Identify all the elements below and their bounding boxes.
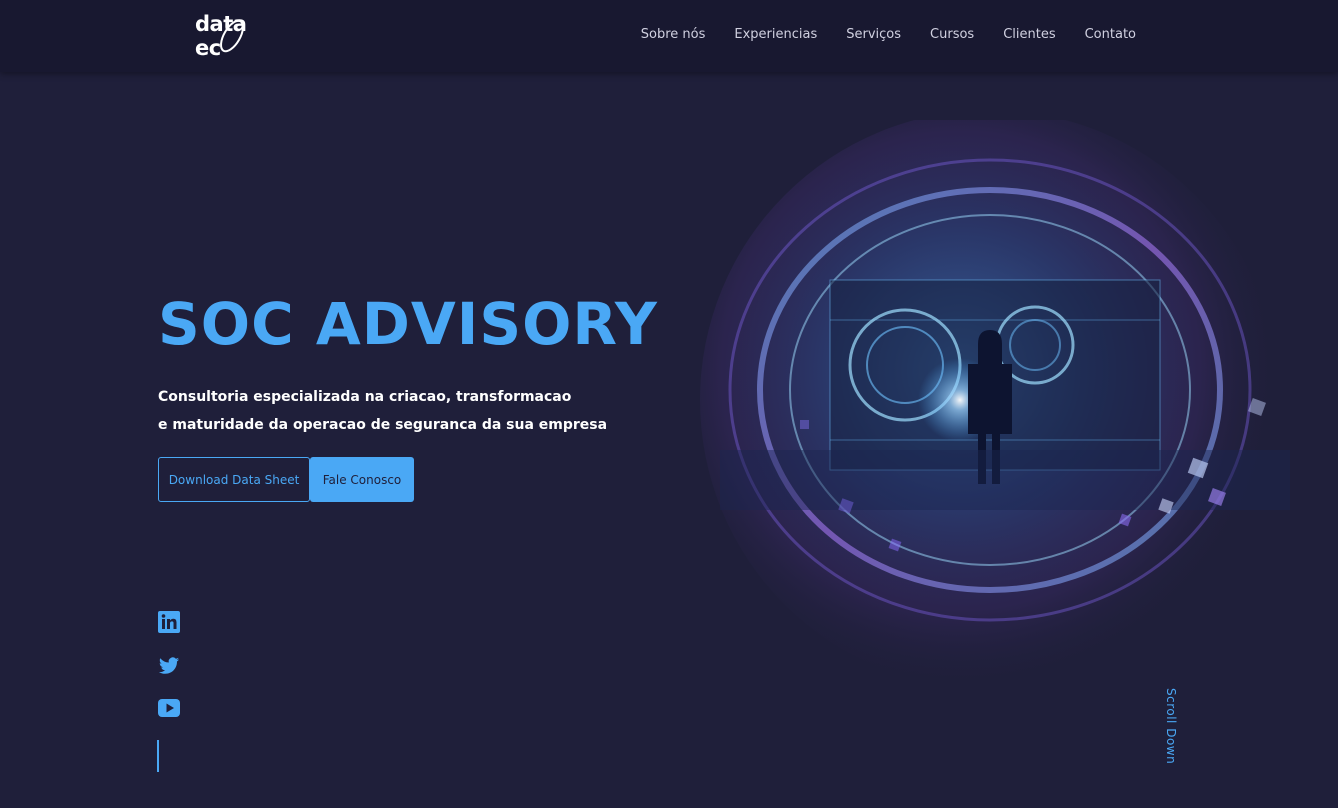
nav-link-contato[interactable]: Contato bbox=[1085, 27, 1136, 42]
social-divider-line bbox=[157, 740, 159, 772]
nav-link-sobre-nos[interactable]: Sobre nós bbox=[641, 27, 706, 42]
scroll-down-indicator[interactable]: Scroll Down bbox=[1158, 688, 1178, 774]
fale-conosco-button[interactable]: Fale Conosco bbox=[310, 457, 414, 502]
linkedin-icon[interactable] bbox=[158, 611, 180, 633]
hero-title: SOC ADVISORY bbox=[158, 290, 658, 358]
youtube-icon[interactable] bbox=[158, 697, 180, 719]
nav-link-cursos[interactable]: Cursos bbox=[930, 27, 974, 42]
hero-subtitle-line-1: Consultoria especializada na criacao, tr… bbox=[158, 389, 572, 405]
hero-subtitle: Consultoria especializada na criacao, tr… bbox=[158, 383, 618, 439]
twitter-icon[interactable] bbox=[158, 655, 180, 677]
nav-link-clientes[interactable]: Clientes bbox=[1003, 27, 1055, 42]
logo-text: data ec bbox=[195, 12, 247, 60]
hero-subtitle-line-2: e maturidade da operacao de seguranca da… bbox=[158, 417, 608, 433]
nav-link-experiencias[interactable]: Experiencias bbox=[734, 27, 817, 42]
logo[interactable]: data ec bbox=[195, 12, 275, 60]
navbar: data ec Sobre nós Experiencias Serviços … bbox=[0, 0, 1338, 72]
hero-illustration bbox=[690, 110, 1338, 720]
main-nav: Sobre nós Experiencias Serviços Cursos C… bbox=[641, 0, 1136, 68]
nav-link-servicos[interactable]: Serviços bbox=[846, 27, 901, 42]
download-data-sheet-button[interactable]: Download Data Sheet bbox=[158, 457, 310, 502]
